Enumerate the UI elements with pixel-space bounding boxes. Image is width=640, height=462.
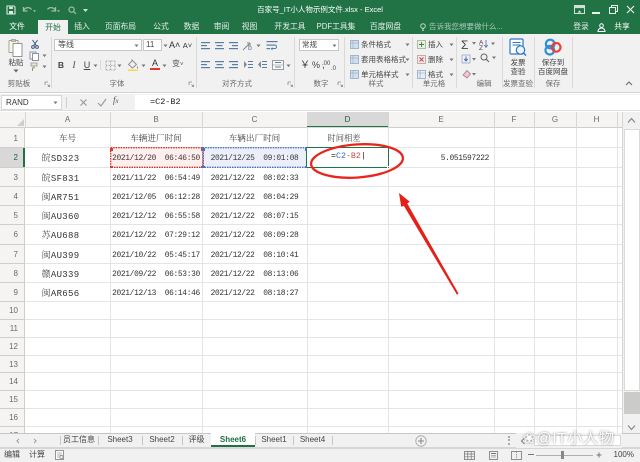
- svg-text:b: b: [248, 43, 252, 51]
- svg-text:.0: .0: [331, 63, 337, 71]
- svg-text:￥: ￥: [300, 58, 310, 71]
- svg-text:.00: .00: [322, 59, 331, 67]
- svg-text:%: %: [312, 58, 320, 71]
- svg-text:Z: Z: [479, 42, 483, 50]
- svg-text:Σ: Σ: [461, 38, 468, 50]
